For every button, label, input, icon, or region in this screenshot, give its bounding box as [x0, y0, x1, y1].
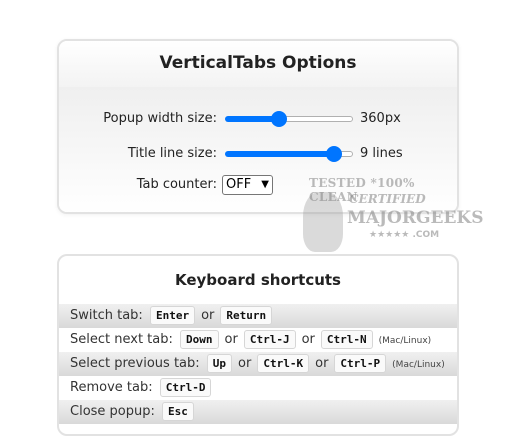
shortcut-label: Close popup: [70, 404, 155, 419]
platform-note: (Mac/Linux) [378, 336, 432, 346]
platform-note: (Mac/Linux) [392, 360, 445, 370]
title-lines-value: 9 lines [360, 146, 403, 161]
shortcut-row: Close popup: Esc [59, 400, 457, 424]
shortcuts-list: Switch tab: Enter or Return Select next tab… [59, 304, 457, 424]
shortcut-label: Remove tab: [70, 380, 153, 395]
shortcuts-title: Keyboard shortcuts [175, 271, 341, 289]
key-badge: Up [206, 354, 233, 373]
or-separator: or [201, 308, 215, 323]
or-separator: or [301, 332, 315, 347]
shortcut-row: Select next tab: Down or Ctrl-J or Ctrl-N (Ma… [59, 328, 457, 352]
shortcut-label: Select previous tab: [70, 356, 200, 371]
key-badge: Ctrl-J [243, 330, 296, 349]
key-badge: Return [220, 306, 273, 325]
key-badge: Ctrl-D [159, 378, 212, 397]
title-lines-slider[interactable] [225, 144, 353, 164]
shortcut-row: Switch tab: Enter or Return [59, 304, 457, 328]
slider-thumb[interactable] [326, 146, 342, 162]
popup-width-value: 360px [360, 111, 401, 126]
chevron-down-icon: ▼ [261, 179, 269, 190]
key-badge: Ctrl-P [334, 354, 387, 373]
or-separator: or [238, 356, 252, 371]
key-badge: Ctrl-N [320, 330, 373, 349]
slider-thumb[interactable] [271, 111, 287, 127]
shortcuts-panel: Keyboard shortcuts Switch tab: Enter or Re… [57, 254, 459, 436]
tab-counter-label: Tab counter: [136, 177, 217, 192]
key-badge: Down [180, 330, 219, 349]
shortcut-label: Select next tab: [70, 332, 173, 347]
options-title: VerticalTabs Options [59, 41, 457, 87]
title-lines-label: Title line size: [127, 146, 217, 161]
key-badge: Esc [162, 402, 194, 421]
shortcut-label: Switch tab: [70, 308, 143, 323]
tab-counter-selected: OFF [226, 177, 252, 192]
tab-counter-select[interactable]: OFF ▼ [222, 175, 273, 195]
watermark-line-4: ★★★★★ .COM [369, 230, 440, 240]
key-badge: Ctrl-K [257, 354, 310, 373]
options-panel: VerticalTabs Options Popup width size: 3… [57, 39, 459, 214]
shortcut-row: Select previous tab: Up or Ctrl-K or Ctrl-P(… [59, 352, 457, 376]
slider-track [279, 116, 353, 122]
popup-width-label: Popup width size: [103, 111, 217, 126]
slider-fill [225, 151, 334, 157]
or-separator: or [315, 356, 329, 371]
shortcut-row: Remove tab: Ctrl-D [59, 376, 457, 400]
popup-width-slider[interactable] [225, 109, 353, 129]
options-body: Popup width size: 360px Title line size:… [59, 87, 457, 212]
key-badge: Enter [149, 306, 196, 325]
or-separator: or [224, 332, 238, 347]
